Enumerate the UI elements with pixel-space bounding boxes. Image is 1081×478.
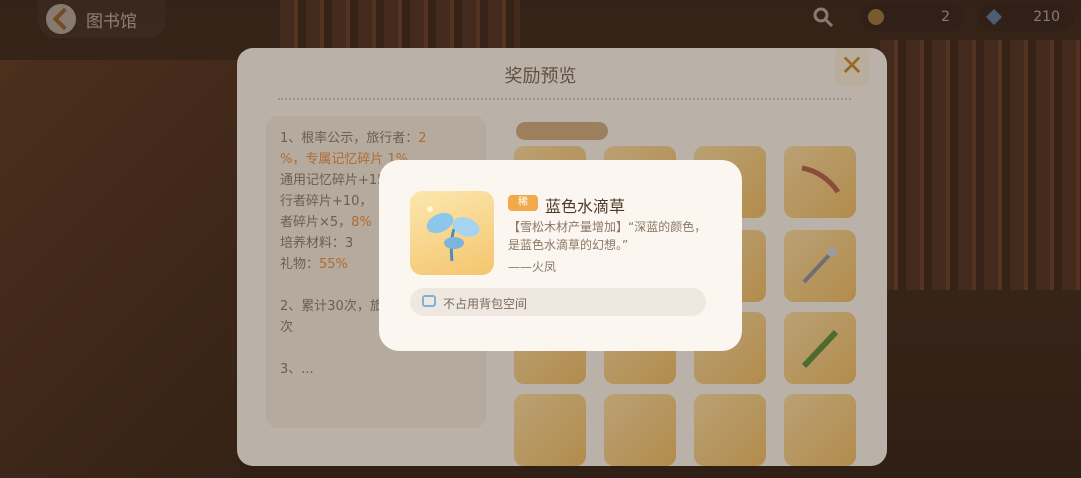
- blue-waterdrop-grass-icon: [426, 206, 480, 262]
- bag-note-text: 不占用背包空间: [443, 297, 528, 311]
- item-name: 蓝色水滴草: [545, 197, 626, 216]
- bag-icon: [422, 295, 436, 307]
- item-author: ——火凤: [508, 260, 557, 274]
- rarity-badge: 稀: [508, 195, 538, 211]
- item-description: 【雪松木材产量增加】“深蓝的颜色，是蓝色水滴草的幻想。”: [508, 220, 707, 252]
- item-icon-frame: [410, 191, 494, 275]
